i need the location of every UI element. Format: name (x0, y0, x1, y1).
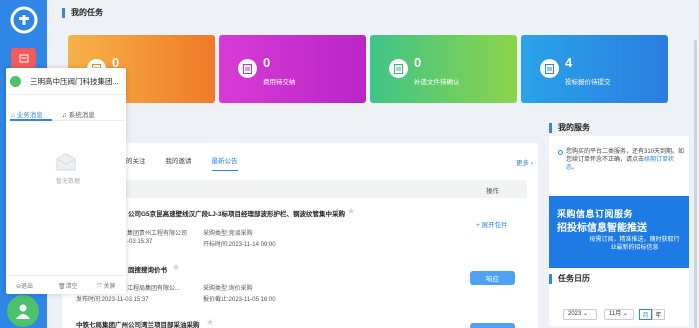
my-tasks-title: 我的任务 (62, 8, 103, 18)
view-month-toggle[interactable]: 月 (639, 309, 652, 320)
scrollbar[interactable] (694, 40, 697, 328)
active-tab-underline (10, 119, 52, 121)
row-open: 开标时间:2023-11-14 09:00 (203, 242, 276, 248)
user-avatar[interactable] (7, 295, 39, 327)
banner-line2: 招投标信息智能推送 (557, 223, 647, 234)
company-avatar (10, 76, 21, 87)
doc-icon (389, 59, 408, 78)
card-label: 补遗文件待确认 (414, 79, 460, 86)
task-card-fee[interactable]: 0 费用待交纳 (219, 35, 366, 103)
popup-header: 三明高中压阀门科技集团... (6, 68, 126, 95)
empty-text: 暂无数据 (55, 179, 80, 185)
star-icon[interactable]: ★ (347, 206, 355, 217)
card-value: 0 (263, 55, 271, 70)
card-value: 0 (414, 55, 422, 70)
view-year-toggle[interactable]: 年 (652, 309, 665, 320)
row-org: 江程局集团有限公... (127, 286, 181, 292)
row-time: 发布时间:2023-11-03 15:37 (76, 297, 149, 303)
task-card-quote[interactable]: 4 投标报价待提交 (521, 35, 668, 103)
row-open: 报价截止:2023-11-05 16:00 (203, 297, 276, 303)
more-link[interactable]: 更多 › (516, 157, 533, 167)
info-dot-icon (558, 150, 563, 155)
notice-tabs: 的关注 我的邀请 最新公告 (126, 155, 258, 171)
star-icon[interactable]: ★ (172, 262, 180, 273)
row-type: 采购类型:询价采购 (203, 286, 253, 292)
empty-box-icon (56, 153, 76, 171)
year-select[interactable]: 2023 ⌄ (563, 309, 597, 320)
tab-invite[interactable]: 我的邀请 (166, 155, 192, 171)
subscription-banner[interactable]: 采购信息订阅服务 招投标信息智能推送 按需订阅，精准推送，随时获取行业最新的招标… (549, 196, 689, 268)
card-label: 投标报价待提交 (565, 79, 611, 86)
expand-button[interactable]: + 展开包件 (476, 219, 508, 229)
message-icon (19, 54, 28, 62)
doc-icon (540, 59, 559, 78)
task-card-addendum[interactable]: 0 补遗文件待确认 (370, 35, 517, 103)
tab-follow[interactable]: 的关注 (126, 155, 146, 171)
logo-icon (10, 6, 37, 33)
table-header: 操作 (68, 180, 527, 198)
tab-business-message[interactable]: ⌂ 业务消息 (11, 109, 43, 119)
row-org: 集团贵州工程有限公司 (127, 231, 188, 237)
my-service-title: 我的服务 (549, 123, 590, 133)
row-title[interactable]: 公司G5京昆高速壁线汉广段LJ-3标项目经理部波形护栏、钢波纹管集中采购 (128, 208, 345, 218)
doc-icon (238, 59, 257, 78)
user-icon (16, 304, 30, 319)
logo (6, 4, 41, 35)
card-label: 费用待交纳 (263, 79, 296, 86)
tab-latest[interactable]: 最新公告 (211, 155, 238, 171)
row-title[interactable]: 中铁七局集团广州公司湾兰项目部采油采购 (76, 319, 200, 328)
month-select[interactable]: 11月 ⌄ (604, 309, 634, 320)
row-time: -03 15:37 (127, 239, 153, 245)
respond-button[interactable] (470, 323, 515, 328)
message-popup: 三明高中压阀门科技集团... ⌂ 业务消息 ♫ 系统消息 暂无数据 ⊖退出 🗑清… (6, 68, 126, 294)
card-value: 4 (565, 55, 573, 70)
calendar-title: 任务日历 (549, 274, 590, 284)
row-type: 采购类型:竞谈采购 (203, 231, 253, 237)
column-action: 操作 (486, 188, 499, 195)
fullscreen-button[interactable]: ⤧ 关屏 (97, 281, 115, 291)
company-name: 三明高中压阀门科技集团... (30, 77, 119, 86)
banner-line3: 按需订阅，精准推送，随时获取行业最新的招标信息 (589, 237, 680, 251)
clear-button[interactable]: 🗑清空 (58, 281, 78, 290)
notice-button[interactable] (11, 48, 36, 68)
service-text: 您购买的平台二类服务，还有310天到期。如您续订单怀念不正确，请点击续期订单状态… (566, 149, 685, 171)
tab-system-message[interactable]: ♫ 系统消息 (62, 109, 95, 119)
star-icon[interactable]: ★ (206, 317, 214, 328)
logout-button[interactable]: ⊖退出 (16, 281, 33, 290)
respond-button[interactable]: 响应 (470, 271, 515, 285)
row-title[interactable]: 固搜搜询价书 (128, 264, 167, 274)
